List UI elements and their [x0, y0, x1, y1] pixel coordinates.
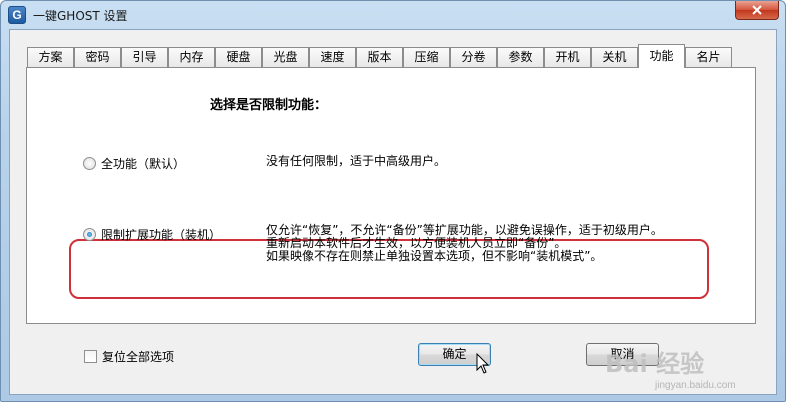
- option-description-full: 没有任何限制，适于中高级用户。: [266, 155, 446, 168]
- description-line: 如果映像不存在则禁止单独设置本选项，但不影响“装机模式”。: [266, 249, 603, 263]
- reset-all-label: 复位全部选项: [102, 350, 175, 364]
- mouse-cursor-icon: [476, 353, 490, 374]
- tab-4[interactable]: 硬盘: [215, 47, 262, 68]
- tab-8[interactable]: 压缩: [403, 47, 450, 68]
- title-bar[interactable]: G 一键GHOST 设置: [1, 1, 785, 29]
- tab-panel-function: 选择是否限制功能： 全功能（默认） 没有任何限制，适于中高级用户。 限制扩展功能…: [26, 67, 756, 324]
- close-icon: [752, 5, 762, 15]
- dialog-client-area: 方案 密码 引导 内存 硬盘 光盘 速度 版本 压缩 分卷 参数 开机 关机 功能 名片 选择是否限制功能：…: [9, 29, 777, 395]
- tab-12[interactable]: 关机: [591, 47, 638, 68]
- window-title: 一键GHOST 设置: [33, 9, 128, 23]
- radio-label-limited: 限制扩展功能（装机）: [101, 228, 222, 242]
- tab-6[interactable]: 速度: [309, 47, 356, 68]
- tab-3[interactable]: 内存: [168, 47, 215, 68]
- radio-label-full: 全功能（默认）: [101, 157, 186, 171]
- radio-limited-function[interactable]: 限制扩展功能（装机）: [83, 226, 221, 243]
- tab-13[interactable]: 功能: [638, 44, 685, 68]
- tab-14[interactable]: 名片: [685, 47, 732, 68]
- settings-window: G 一键GHOST 设置 方案 密码 引导 内存 硬盘 光盘 速度 版本 压缩 分卷 参数 开机 关机功…: [0, 0, 786, 402]
- radio-full-function[interactable]: 全功能（默认）: [83, 155, 185, 172]
- tab-2[interactable]: 引导: [121, 47, 168, 68]
- close-button[interactable]: [735, 1, 779, 20]
- radio-button-full[interactable]: [83, 157, 96, 170]
- radio-button-limited[interactable]: [83, 228, 96, 241]
- cancel-button[interactable]: 取消: [586, 343, 659, 366]
- tab-9[interactable]: 分卷: [450, 47, 497, 68]
- reset-all-checkbox-row[interactable]: 复位全部选项: [84, 348, 174, 365]
- description-line: 没有任何限制，适于中高级用户。: [266, 154, 447, 168]
- app-icon: G: [8, 6, 26, 24]
- tab-5[interactable]: 光盘: [262, 47, 309, 68]
- reset-all-checkbox[interactable]: [84, 350, 97, 363]
- option-description-limited: 仅允许“恢复”，不允许“备份”等扩展功能，以避免误操作，适于初级用户。 重新启动…: [266, 224, 663, 263]
- tab-7[interactable]: 版本: [356, 47, 403, 68]
- watermark-url: jingyan.baidu.com: [655, 380, 736, 391]
- tab-11[interactable]: 开机: [544, 47, 591, 68]
- tab-1[interactable]: 密码: [74, 47, 121, 68]
- tab-10[interactable]: 参数: [497, 47, 544, 68]
- panel-heading: 选择是否限制功能：: [210, 98, 328, 113]
- tab-0[interactable]: 方案: [27, 47, 74, 68]
